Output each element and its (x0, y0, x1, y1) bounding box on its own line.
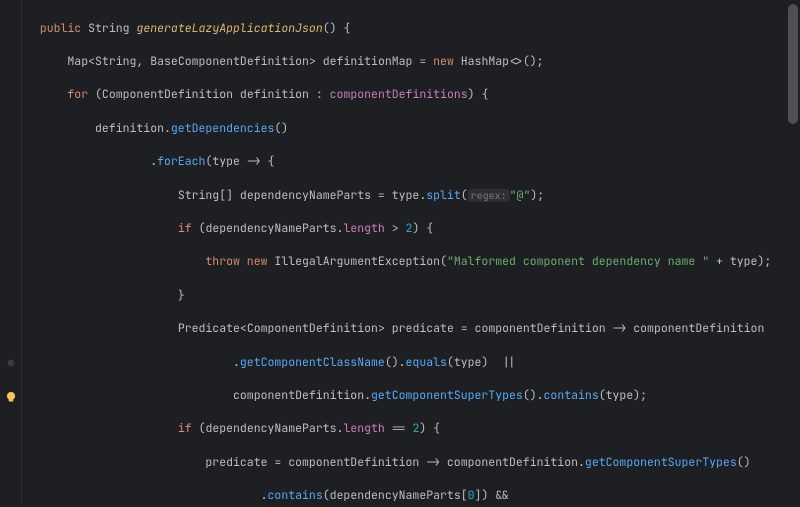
op: + (709, 254, 730, 269)
s: "@" (510, 188, 531, 203)
gutter (0, 0, 22, 507)
p: ); (530, 188, 544, 203)
colon: : (316, 87, 323, 102)
v: predicate (385, 321, 461, 336)
v: dependencyNameParts (240, 188, 378, 203)
p: ) { (419, 421, 440, 436)
p: ) { (468, 87, 489, 102)
dot: . (261, 488, 268, 503)
t: Map (67, 54, 88, 69)
v: dependencyNameParts (330, 488, 461, 503)
g: <> (509, 54, 523, 69)
code-editor[interactable]: public String generateLazyApplicationJso… (0, 0, 800, 507)
v: definition (233, 87, 316, 102)
m: contains (544, 388, 599, 403)
m: forEach (157, 154, 205, 169)
p: ( (599, 388, 606, 403)
m: equals (406, 355, 447, 370)
p: () (737, 455, 751, 470)
t: BaseComponentDefinition (150, 54, 309, 69)
s: "Malformed component dependency name " (447, 254, 709, 269)
v: type (606, 388, 634, 403)
n: 0 (468, 488, 475, 503)
kw-if: if (178, 221, 192, 236)
op: == (385, 421, 413, 436)
param-hint: regex: (468, 189, 510, 202)
m: split (426, 188, 461, 203)
p: ( (192, 421, 206, 436)
eq: = (461, 321, 468, 336)
p: ); (757, 254, 771, 269)
op: > (385, 221, 406, 236)
p: ( (192, 221, 206, 236)
lt: < (88, 54, 95, 69)
dot: . (233, 355, 240, 370)
p: ) { (412, 221, 433, 236)
var: definitionMap (316, 54, 420, 69)
c: , (136, 54, 150, 69)
sig: () { (323, 21, 351, 36)
arr: [] (219, 188, 240, 203)
v: type (730, 254, 758, 269)
p: ); (633, 388, 647, 403)
p: ( (447, 355, 454, 370)
p: (). (523, 388, 544, 403)
method-name: generateLazyApplicationJson (136, 21, 322, 36)
v: definition. (95, 121, 171, 136)
v: dependencyNameParts. (205, 421, 343, 436)
m: getComponentSuperTypes (371, 388, 523, 403)
m: getDependencies (171, 121, 275, 136)
t: HashMap (461, 54, 509, 69)
op: && (495, 488, 509, 503)
idx: [ (461, 488, 468, 503)
op: || (502, 355, 516, 370)
return-type: String (88, 21, 129, 36)
eq: = (378, 188, 385, 203)
gt: > (309, 54, 316, 69)
lt: < (240, 321, 247, 336)
v: componentDefinition. (233, 388, 371, 403)
lam: componentDefinition -> componentDefiniti… (468, 321, 765, 336)
lam: type -> { (212, 154, 274, 169)
m: getComponentClassName (240, 355, 385, 370)
keyword-public: public (40, 21, 81, 36)
t: ComponentDefinition (102, 87, 233, 102)
p: () (274, 121, 288, 136)
kw: new (426, 54, 461, 69)
v: dependencyNameParts. (205, 221, 343, 236)
p: ( (440, 254, 447, 269)
m: getComponentSuperTypes (585, 455, 737, 470)
t: IllegalArgumentException (274, 254, 440, 269)
vertical-scrollbar[interactable] (788, 4, 798, 124)
m: contains (268, 488, 323, 503)
kw-throw: throw new (205, 254, 267, 269)
p: ( (461, 188, 468, 203)
p: ) (481, 488, 495, 503)
v: predicate (205, 455, 274, 470)
p: (); (523, 54, 544, 69)
v: type (454, 355, 482, 370)
v: type. (385, 188, 426, 203)
t: String (178, 188, 219, 203)
p: (). (385, 355, 406, 370)
p: ( (323, 488, 330, 503)
f: length (343, 421, 384, 436)
field: componentDefinitions (323, 87, 468, 102)
lam: componentDefinition -> componentDefiniti… (281, 455, 585, 470)
t: Predicate (178, 321, 240, 336)
p: ) (481, 355, 502, 370)
kw-if: if (178, 421, 192, 436)
code-text[interactable]: public String generateLazyApplicationJso… (22, 0, 800, 507)
t: ComponentDefinition (247, 321, 378, 336)
brace: } (178, 288, 185, 303)
kw-for: for (67, 87, 88, 102)
lightbulb-icon[interactable] (4, 390, 18, 404)
f: length (343, 221, 384, 236)
gt: > (378, 321, 385, 336)
t: String (95, 54, 136, 69)
p: ( (88, 87, 102, 102)
breakpoint-gutter-icon[interactable] (4, 356, 18, 370)
